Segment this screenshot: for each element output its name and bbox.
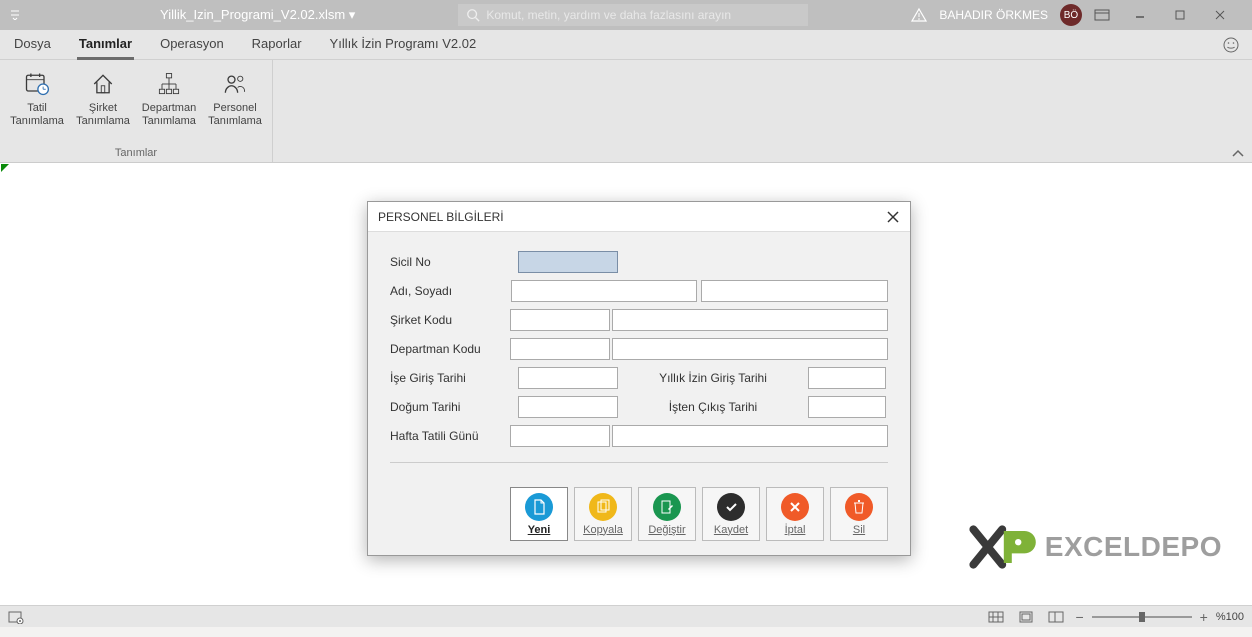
label-sicil-no: Sicil No [390,255,518,269]
trash-icon [845,493,873,521]
departman-kodu-field[interactable] [510,338,610,360]
adi-field[interactable] [511,280,698,302]
cell-indicator [1,164,9,172]
edit-icon [653,493,681,521]
sirket-kodu-field[interactable] [510,309,610,331]
copy-icon [589,493,617,521]
iptal-button[interactable]: İptal [766,487,824,541]
watermark-text: EXCELDEPO [1045,531,1222,563]
search-icon [466,8,480,22]
search-box[interactable]: Komut, metin, yardım ve daha fazlasını a… [458,4,808,26]
yillik-izin-giris-field[interactable] [808,367,886,389]
status-bar: − + %100 [0,605,1252,627]
people-icon [221,70,249,98]
page-layout-view-icon[interactable] [1015,609,1037,625]
warning-icon[interactable] [911,7,927,23]
sil-button[interactable]: Sil [830,487,888,541]
maximize-button[interactable] [1174,9,1202,21]
tab-raporlar[interactable]: Raporlar [250,30,304,60]
button-label: Yeni [528,524,551,536]
user-name[interactable]: BAHADIR ÖRKMES [939,8,1048,22]
page-break-view-icon[interactable] [1045,609,1067,625]
soyadi-field[interactable] [701,280,888,302]
label-yillik-izin-giris: Yıllık İzin Giriş Tarihi [618,371,808,385]
ribbon-item-label: DepartmanTanımlama [142,102,196,128]
button-label: Değiştir [648,524,685,536]
sirket-adi-field[interactable] [612,309,889,331]
sicil-no-field[interactable] [518,251,618,273]
label-hafta-tatili: Hafta Tatili Günü [390,429,510,443]
dialog-titlebar[interactable]: PERSONEL BİLGİLERİ [368,202,910,232]
feedback-smile-icon[interactable] [1222,36,1240,54]
label-adi-soyadi: Adı, Soyadı [390,284,511,298]
ribbon-display-options-icon[interactable] [1094,9,1122,21]
ribbon-sirket-tanimlama[interactable]: ŞirketTanımlama [70,62,136,146]
cancel-icon [781,493,809,521]
org-chart-icon [155,70,183,98]
personel-bilgileri-dialog: PERSONEL BİLGİLERİ Sicil No Adı, Soyadı … [367,201,911,556]
menu-tabs: Dosya Tanımlar Operasyon Raporlar Yıllık… [0,30,1252,60]
label-isten-cikis: İşten Çıkış Tarihi [618,400,808,414]
ribbon-item-label: PersonelTanımlama [208,102,262,128]
document-title: Yillik_Izin_Programi_V2.02.xlsm ▾ [160,7,355,23]
ribbon-item-label: ŞirketTanımlama [76,102,130,128]
label-dogum-tarihi: Doğum Tarihi [390,400,518,414]
label-departman-kodu: Departman Kodu [390,342,510,356]
yeni-button[interactable]: Yeni [510,487,568,541]
kopyala-button[interactable]: Kopyala [574,487,632,541]
title-bar: Yillik_Izin_Programi_V2.02.xlsm ▾ Komut,… [0,0,1252,30]
isten-cikis-field[interactable] [808,396,886,418]
dialog-title: PERSONEL BİLGİLERİ [378,210,504,224]
button-label: Kopyala [583,524,623,536]
zoom-level[interactable]: %100 [1216,611,1244,623]
label-sirket-kodu: Şirket Kodu [390,313,510,327]
ribbon-group-title: Tanımlar [4,146,268,160]
ribbon-tatil-tanimlama[interactable]: TatilTanımlama [4,62,70,146]
hafta-tatili-adi-field[interactable] [612,425,889,447]
tab-operasyon[interactable]: Operasyon [158,30,226,60]
kaydet-button[interactable]: Kaydet [702,487,760,541]
normal-view-icon[interactable] [985,609,1007,625]
zoom-in-button[interactable]: + [1200,609,1208,625]
degistir-button[interactable]: Değiştir [638,487,696,541]
ribbon: TatilTanımlama ŞirketTanımlama Departman… [0,60,1252,162]
tab-tanimlar[interactable]: Tanımlar [77,30,134,60]
zoom-slider[interactable] [1092,616,1192,618]
check-icon [717,493,745,521]
calendar-clock-icon [23,70,51,98]
button-label: İptal [785,524,806,536]
tab-yillik-izin-programi[interactable]: Yıllık İzin Programı V2.02 [328,30,479,60]
departman-adi-field[interactable] [612,338,889,360]
user-avatar[interactable]: BÖ [1060,4,1082,26]
search-placeholder: Komut, metin, yardım ve daha fazlasını a… [486,8,731,22]
label-ise-giris: İşe Giriş Tarihi [390,371,518,385]
watermark-logo: EXCELDEPO [967,523,1222,571]
collapse-ribbon-icon[interactable] [1224,144,1252,162]
macro-record-icon[interactable] [8,610,24,624]
tab-dosya[interactable]: Dosya [12,30,53,60]
close-window-button[interactable] [1214,9,1242,21]
zoom-out-button[interactable]: − [1075,609,1083,625]
close-dialog-button[interactable] [886,210,900,224]
minimize-button[interactable] [1134,9,1162,21]
ribbon-personel-tanimlama[interactable]: PersonelTanımlama [202,62,268,146]
hafta-tatili-kodu-field[interactable] [510,425,610,447]
ribbon-departman-tanimlama[interactable]: DepartmanTanımlama [136,62,202,146]
ribbon-item-label: TatilTanımlama [10,102,64,128]
home-icon [89,70,117,98]
button-label: Sil [853,524,865,536]
quick-access-dropdown[interactable] [0,10,30,20]
ribbon-group-tanimlar: TatilTanımlama ŞirketTanımlama Departman… [0,60,273,162]
ise-giris-field[interactable] [518,367,618,389]
document-new-icon [525,493,553,521]
dogum-tarihi-field[interactable] [518,396,618,418]
button-label: Kaydet [714,524,748,536]
